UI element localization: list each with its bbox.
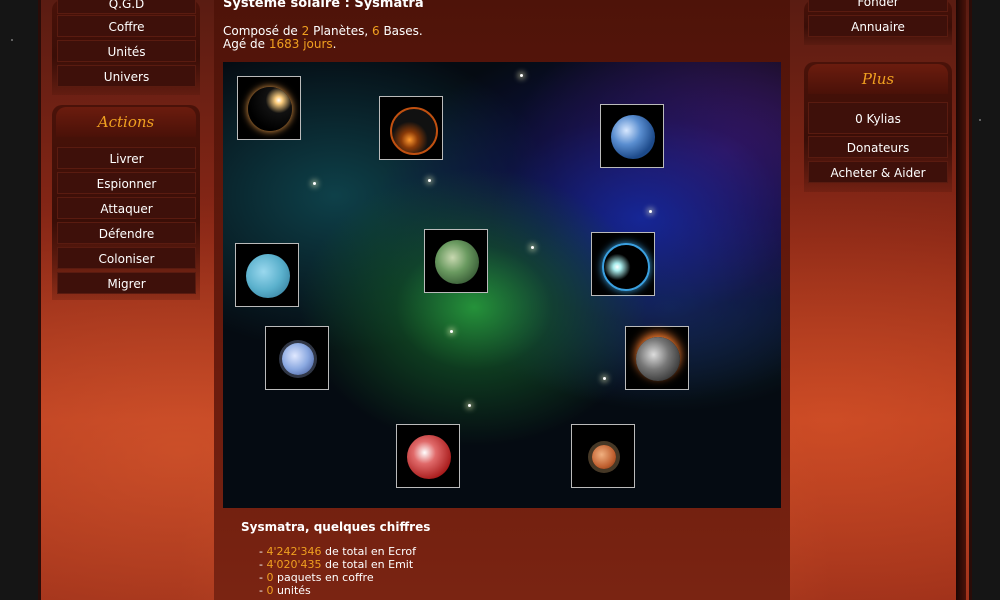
menu-item-annuaire[interactable]: Annuaire bbox=[808, 15, 948, 37]
stat-coffre: - 0 paquets en coffre bbox=[259, 571, 374, 584]
planet-slot-3[interactable] bbox=[600, 104, 664, 168]
planet-slot-5[interactable] bbox=[424, 229, 488, 293]
jungle-planet-icon bbox=[435, 240, 479, 284]
moon-eclipse-icon bbox=[602, 243, 650, 291]
ice-planet-icon bbox=[246, 254, 290, 298]
stats-title: Sysmatra, quelques chiffres bbox=[241, 520, 431, 534]
actions-title: Actions bbox=[56, 107, 196, 137]
system-age: Agé de 1683 jours. bbox=[223, 37, 337, 51]
menu-item-fonder[interactable]: Fonder bbox=[808, 0, 948, 12]
menu-item-qgd[interactable]: Q.G.D bbox=[57, 0, 196, 14]
planet-slot-8[interactable] bbox=[625, 326, 689, 390]
menu-item-coffre[interactable]: Coffre bbox=[57, 15, 196, 37]
kylias-button[interactable]: 0 Kylias bbox=[808, 102, 948, 134]
ringed-blue-planet-icon bbox=[282, 343, 314, 375]
menu-item-univers[interactable]: Univers bbox=[57, 65, 196, 87]
star-sparkle bbox=[450, 330, 453, 333]
base-count: 6 bbox=[371, 24, 380, 38]
acheter-aider-button[interactable]: Acheter & Aider bbox=[808, 161, 948, 183]
planet-slot-6[interactable] bbox=[591, 232, 655, 296]
action-livrer-button[interactable]: Livrer bbox=[57, 147, 196, 169]
stat-value: 4'020'435 bbox=[266, 558, 322, 571]
right-frame-edge bbox=[956, 0, 966, 600]
stat-label: de total en Emit bbox=[321, 558, 414, 571]
planet-slot-7[interactable] bbox=[265, 326, 329, 390]
stat-value: 4'242'346 bbox=[266, 545, 322, 558]
star-sparkle bbox=[428, 179, 431, 182]
composition-mid: Planètes, bbox=[309, 24, 372, 38]
system-title: Système solaire : Sysmatra bbox=[223, 0, 424, 11]
stat-ecrof: - 4'242'346 de total en Ecrof bbox=[259, 545, 417, 558]
planet-slot-2[interactable] bbox=[379, 96, 443, 160]
star-sparkle bbox=[603, 377, 606, 380]
earth-planet-icon bbox=[611, 115, 655, 159]
stat-emit: - 4'020'435 de total en Emit bbox=[259, 558, 414, 571]
eclipse-planet-icon bbox=[248, 87, 292, 131]
star-sparkle bbox=[520, 74, 523, 77]
action-defendre-button[interactable]: Défendre bbox=[57, 222, 196, 244]
ringed-orange-planet-icon bbox=[592, 445, 616, 469]
volcanic-planet-icon bbox=[636, 337, 680, 381]
composition-prefix: Composé de bbox=[223, 24, 302, 38]
dark-sun-planet-icon bbox=[390, 107, 438, 155]
star-sparkle bbox=[649, 210, 652, 213]
action-attaquer-button[interactable]: Attaquer bbox=[57, 197, 196, 219]
red-planet-icon bbox=[407, 435, 451, 479]
composition-suffix: Bases. bbox=[379, 24, 423, 38]
star-sparkle bbox=[313, 182, 316, 185]
age-suffix: . bbox=[332, 37, 337, 51]
donateurs-button[interactable]: Donateurs bbox=[808, 136, 948, 158]
age-prefix: Agé de bbox=[223, 37, 269, 51]
stat-label: de total en Ecrof bbox=[321, 545, 417, 558]
solar-system-map bbox=[223, 62, 781, 508]
action-espionner-button[interactable]: Espionner bbox=[57, 172, 196, 194]
planet-slot-9[interactable] bbox=[396, 424, 460, 488]
star-sparkle bbox=[468, 404, 471, 407]
stat-unites: - 0 unités bbox=[259, 584, 311, 597]
stat-label: unités bbox=[273, 584, 311, 597]
menu-item-unites[interactable]: Unités bbox=[57, 40, 196, 62]
planet-slot-10[interactable] bbox=[571, 424, 635, 488]
age-value: 1683 jours bbox=[268, 37, 333, 51]
stat-label: paquets en coffre bbox=[273, 571, 374, 584]
system-composition: Composé de 2 Planètes, 6 Bases. bbox=[223, 24, 423, 38]
action-coloniser-button[interactable]: Coloniser bbox=[57, 247, 196, 269]
star-sparkle bbox=[531, 246, 534, 249]
planet-slot-4[interactable] bbox=[235, 243, 299, 307]
action-migrer-button[interactable]: Migrer bbox=[57, 272, 196, 294]
plus-title: Plus bbox=[808, 64, 948, 94]
planet-slot-1[interactable] bbox=[237, 76, 301, 140]
